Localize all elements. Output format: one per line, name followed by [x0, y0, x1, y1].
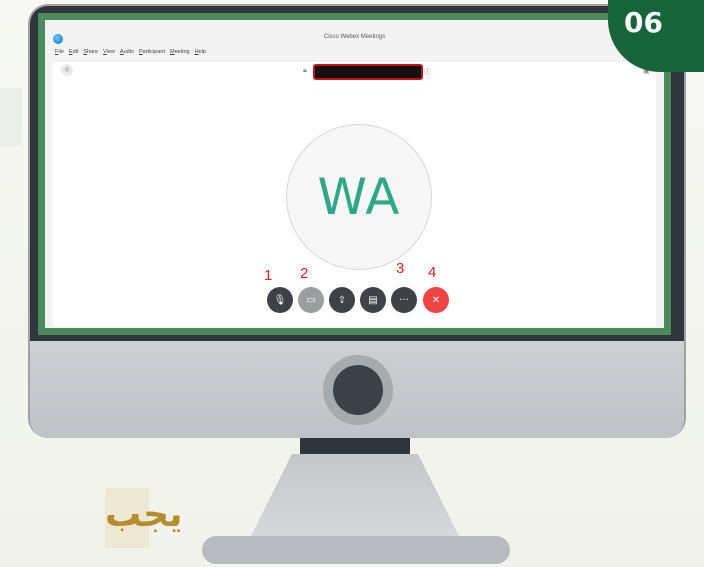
menu-view[interactable]: View — [103, 49, 115, 59]
annotation-number-1: 1 — [264, 267, 273, 284]
settings-icon[interactable]: ◎ — [61, 64, 73, 76]
mute-button[interactable]: 🎙︎ — [267, 287, 293, 313]
microphone-icon: 🎙︎ — [273, 294, 287, 306]
menu-meeting[interactable]: Meeting — [170, 49, 190, 59]
stand-neck — [300, 438, 410, 454]
window-title: Cisco Webex Meetings — [323, 34, 386, 40]
share-button[interactable]: ⇪ — [329, 287, 355, 313]
chat-button[interactable]: ▤ — [360, 287, 386, 313]
annotation-number-4: 4 — [428, 264, 437, 281]
video-camera-icon: ▭ — [306, 294, 316, 306]
video-button[interactable]: ▭ — [298, 287, 324, 313]
lock-icon: 🔒︎ — [303, 67, 307, 74]
left-decor-strip — [0, 88, 22, 146]
leave-meeting-button[interactable]: ✕ — [423, 287, 449, 313]
avatar: WA — [286, 124, 432, 270]
menu-help[interactable]: Help — [195, 49, 206, 59]
close-icon: ✕ — [431, 294, 441, 306]
info-icon[interactable]: ⓘ — [424, 67, 431, 77]
avatar-initials: WA — [317, 168, 401, 226]
menu-participant[interactable]: Participant — [139, 49, 165, 59]
webex-window: Cisco Webex Meetings File Edit Share Vie… — [45, 20, 664, 328]
annotation-number-3: 3 — [396, 260, 405, 277]
ellipsis-icon: ··· — [399, 294, 409, 306]
share-icon: ⇪ — [337, 294, 347, 306]
stand-base — [202, 536, 510, 564]
step-number: 06 — [624, 6, 663, 39]
more-options-button[interactable]: ··· — [391, 287, 417, 313]
menu-edit[interactable]: Edit — [69, 49, 78, 59]
chat-icon: ▤ — [368, 294, 378, 306]
monitor-button — [333, 365, 383, 415]
meeting-name-redacted: ████████████ — [313, 64, 423, 80]
annotation-number-2: 2 — [300, 265, 309, 282]
arabic-caption: يجب — [105, 494, 183, 535]
title-bar: Cisco Webex Meetings — [45, 32, 664, 47]
menu-audio[interactable]: Audio — [120, 49, 134, 59]
menu-share[interactable]: Share — [83, 49, 98, 59]
menu-file[interactable]: File — [55, 49, 64, 59]
menu-bar: File Edit Share View Audio Participant M… — [55, 49, 206, 59]
